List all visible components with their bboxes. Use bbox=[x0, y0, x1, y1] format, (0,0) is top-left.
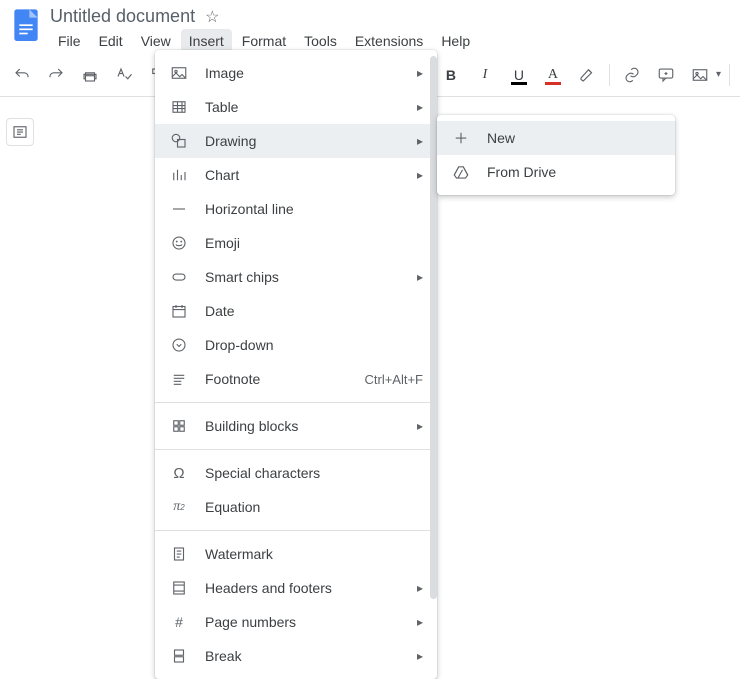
image-icon bbox=[169, 64, 189, 82]
menu-label: Drawing bbox=[205, 133, 401, 149]
menu-item-emoji[interactable]: Emoji bbox=[155, 226, 437, 260]
submenu-arrow-icon: ▸ bbox=[417, 134, 423, 148]
submenu-arrow-icon: ▸ bbox=[417, 615, 423, 629]
menu-label: Drop-down bbox=[205, 337, 423, 353]
menu-label: Page numbers bbox=[205, 614, 401, 630]
page-numbers-icon: # bbox=[169, 614, 189, 630]
menu-label: Footnote bbox=[205, 371, 348, 387]
bold-icon[interactable]: B bbox=[437, 61, 465, 89]
underline-icon[interactable]: U bbox=[505, 61, 533, 89]
drawing-icon bbox=[169, 132, 189, 150]
break-icon bbox=[169, 647, 189, 665]
menu-item-equation[interactable]: π2 Equation bbox=[155, 490, 437, 524]
menu-item-special-characters[interactable]: Ω Special characters bbox=[155, 456, 437, 490]
submenu-arrow-icon: ▸ bbox=[417, 270, 423, 284]
dropdown-icon bbox=[169, 336, 189, 354]
menu-label: Smart chips bbox=[205, 269, 401, 285]
menu-label: Building blocks bbox=[205, 418, 401, 434]
submenu-label: From Drive bbox=[487, 164, 556, 180]
menu-divider bbox=[155, 530, 437, 531]
doc-title[interactable]: Untitled document bbox=[50, 6, 195, 27]
star-icon[interactable]: ☆ bbox=[205, 7, 219, 27]
smart-chips-icon bbox=[169, 268, 189, 286]
redo-icon[interactable] bbox=[42, 61, 70, 89]
menu-item-table[interactable]: Table ▸ bbox=[155, 90, 437, 124]
menu-label: Special characters bbox=[205, 465, 423, 481]
menu-edit[interactable]: Edit bbox=[91, 29, 131, 53]
menu-item-horizontal-line[interactable]: Horizontal line bbox=[155, 192, 437, 226]
menu-label: Image bbox=[205, 65, 401, 81]
menu-item-watermark[interactable]: Watermark bbox=[155, 537, 437, 571]
menu-item-smart-chips[interactable]: Smart chips ▸ bbox=[155, 260, 437, 294]
link-icon[interactable] bbox=[618, 61, 646, 89]
submenu-arrow-icon: ▸ bbox=[417, 100, 423, 114]
separator bbox=[609, 64, 610, 86]
spellcheck-icon[interactable] bbox=[110, 61, 138, 89]
menu-label: Date bbox=[205, 303, 423, 319]
special-characters-icon: Ω bbox=[169, 465, 189, 482]
print-icon[interactable] bbox=[76, 61, 104, 89]
shortcut-label: Ctrl+Alt+F bbox=[364, 372, 423, 387]
menu-label: Emoji bbox=[205, 235, 423, 251]
menu-label: Chart bbox=[205, 167, 401, 183]
submenu-arrow-icon: ▸ bbox=[417, 649, 423, 663]
menu-item-drawing[interactable]: Drawing ▸ bbox=[155, 124, 437, 158]
menu-item-footnote[interactable]: Footnote Ctrl+Alt+F bbox=[155, 362, 437, 396]
headers-footers-icon bbox=[169, 579, 189, 597]
building-blocks-icon bbox=[169, 417, 189, 435]
footnote-icon bbox=[169, 370, 189, 388]
date-icon bbox=[169, 302, 189, 320]
menu-divider bbox=[155, 402, 437, 403]
menu-help[interactable]: Help bbox=[433, 29, 478, 53]
docs-logo[interactable] bbox=[8, 4, 44, 48]
menu-item-break[interactable]: Break ▸ bbox=[155, 639, 437, 673]
submenu-arrow-icon: ▸ bbox=[417, 168, 423, 182]
menu-scrollbar[interactable] bbox=[430, 56, 437, 673]
undo-icon[interactable] bbox=[8, 61, 36, 89]
menu-item-building-blocks[interactable]: Building blocks ▸ bbox=[155, 409, 437, 443]
highlight-icon[interactable] bbox=[573, 61, 601, 89]
plus-icon bbox=[451, 129, 471, 147]
submenu-arrow-icon: ▸ bbox=[417, 66, 423, 80]
menu-label: Headers and footers bbox=[205, 580, 401, 596]
emoji-icon bbox=[169, 234, 189, 252]
header: Untitled document ☆ File Edit View Inser… bbox=[0, 0, 740, 53]
equation-icon: π2 bbox=[169, 499, 189, 515]
chevron-down-icon[interactable]: ▾ bbox=[716, 69, 721, 80]
insert-image-icon[interactable] bbox=[686, 61, 714, 89]
italic-icon[interactable]: I bbox=[471, 61, 499, 89]
menu-item-headers-footers[interactable]: Headers and footers ▸ bbox=[155, 571, 437, 605]
menu-item-image[interactable]: Image ▸ bbox=[155, 56, 437, 90]
submenu-item-new[interactable]: New bbox=[437, 121, 675, 155]
drawing-submenu: New From Drive bbox=[437, 115, 675, 195]
table-icon bbox=[169, 98, 189, 116]
menu-label: Break bbox=[205, 648, 401, 664]
menu-label: Watermark bbox=[205, 546, 423, 562]
drive-icon bbox=[451, 163, 471, 181]
menu-item-page-numbers[interactable]: # Page numbers ▸ bbox=[155, 605, 437, 639]
separator bbox=[729, 64, 730, 86]
insert-dropdown: Image ▸ Table ▸ Drawing ▸ Chart ▸ Horizo… bbox=[155, 50, 437, 679]
menu-label: Table bbox=[205, 99, 401, 115]
submenu-item-from-drive[interactable]: From Drive bbox=[437, 155, 675, 189]
submenu-arrow-icon: ▸ bbox=[417, 581, 423, 595]
menu-label: Equation bbox=[205, 499, 423, 515]
menu-item-date[interactable]: Date bbox=[155, 294, 437, 328]
horizontal-line-icon bbox=[169, 200, 189, 218]
menu-item-chart[interactable]: Chart ▸ bbox=[155, 158, 437, 192]
menu-divider bbox=[155, 449, 437, 450]
menu-label: Horizontal line bbox=[205, 201, 423, 217]
outline-panel-icon[interactable] bbox=[6, 118, 34, 146]
menu-file[interactable]: File bbox=[50, 29, 89, 53]
comment-icon[interactable] bbox=[652, 61, 680, 89]
watermark-icon bbox=[169, 545, 189, 563]
submenu-label: New bbox=[487, 130, 515, 146]
submenu-arrow-icon: ▸ bbox=[417, 419, 423, 433]
text-color-icon[interactable]: A bbox=[539, 61, 567, 89]
menu-item-drop-down[interactable]: Drop-down bbox=[155, 328, 437, 362]
chart-icon bbox=[169, 166, 189, 184]
